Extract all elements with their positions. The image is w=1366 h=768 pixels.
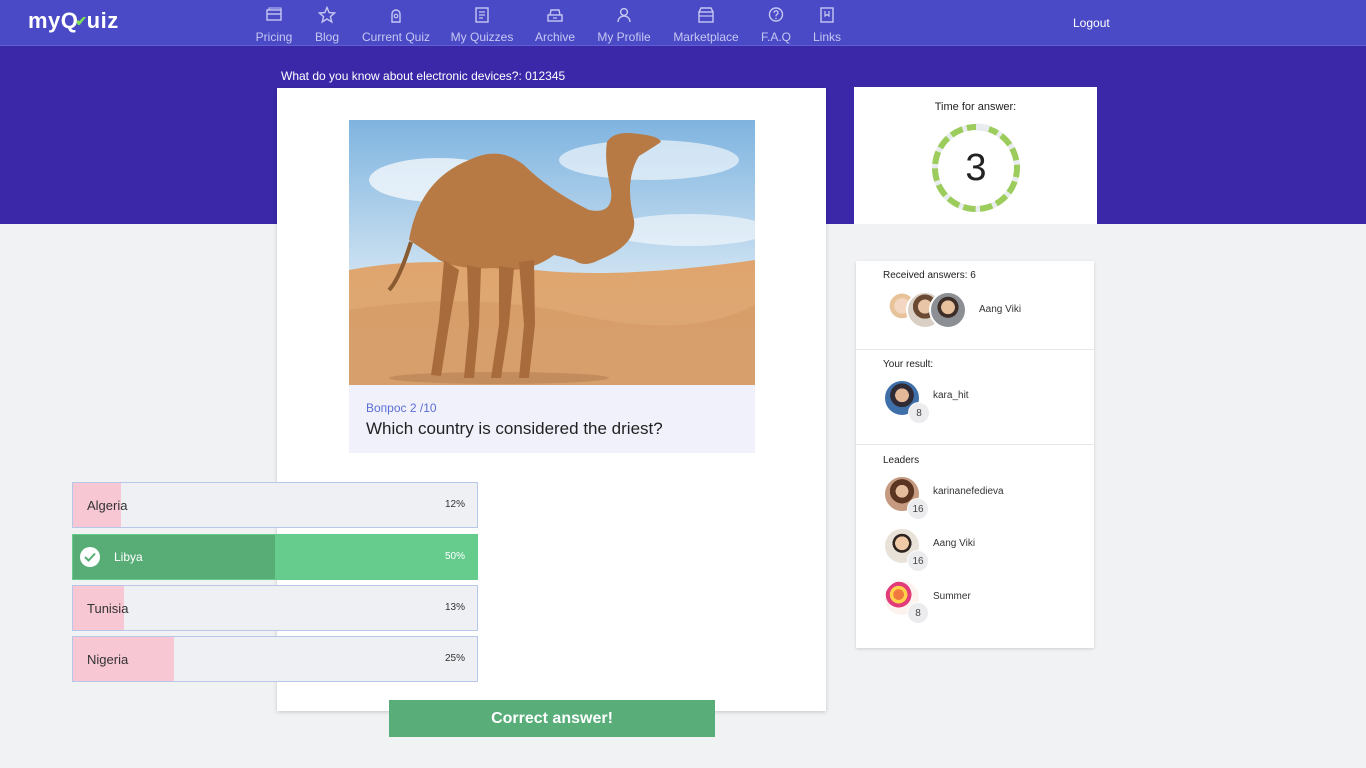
leaders-title: Leaders <box>883 455 920 466</box>
answer-option-algeria[interactable]: Algeria 12% <box>72 482 478 528</box>
links-icon <box>812 6 842 26</box>
answer-percent-bar <box>73 535 275 579</box>
faq-icon <box>760 6 792 26</box>
answer-label: Tunisia <box>87 601 129 616</box>
nav-item-blog[interactable]: Blog <box>312 5 342 44</box>
nav-item-current-quiz[interactable]: Current Quiz <box>360 6 432 44</box>
answer-option-libya[interactable]: Libya 50% <box>72 534 478 580</box>
nav-item-pricing[interactable]: Pricing <box>252 6 296 44</box>
top-navigation: myQ✔uiz Pricing Blog Current Quiz My Qui… <box>0 0 1366 46</box>
score-badge: 8 <box>907 602 929 624</box>
quizzes-icon <box>450 6 514 26</box>
timer-label: Time for answer: <box>934 101 1017 113</box>
nav-label: My Quizzes <box>450 30 514 44</box>
answer-label: Algeria <box>87 498 128 513</box>
check-icon <box>80 547 100 567</box>
answer-percent: 25% <box>444 653 465 664</box>
nav-item-links[interactable]: Links <box>812 6 842 44</box>
your-result-title: Your result: <box>883 359 934 370</box>
timer-card: Time for answer: 3 <box>854 87 1097 224</box>
leader-name: Summer <box>933 591 971 602</box>
correct-answer-button[interactable]: Correct answer! <box>389 700 715 737</box>
nav-label: Links <box>812 30 841 44</box>
question-number: Вопрос 2 /10 <box>366 401 437 415</box>
current-quiz-icon <box>360 6 432 26</box>
results-sidebar: Received answers: 6 Aang Viki Your resul… <box>856 261 1094 648</box>
question-box: Вопрос 2 /10 Which country is considered… <box>349 385 755 453</box>
nav-label: Current Quiz <box>361 30 431 44</box>
score-badge: 8 <box>908 402 930 424</box>
marketplace-icon <box>672 6 740 26</box>
nav-item-faq[interactable]: F.A.Q <box>760 6 792 44</box>
received-answers-name: Aang Viki <box>979 304 1022 315</box>
answer-percent: 13% <box>444 602 465 613</box>
answer-option-nigeria[interactable]: Nigeria 25% <box>72 636 478 682</box>
pricing-icon <box>252 6 296 26</box>
divider <box>856 349 1094 350</box>
nav-label: My Profile <box>597 30 651 44</box>
score-badge: 16 <box>907 550 929 572</box>
nav-label: Archive <box>534 30 575 44</box>
question-image <box>349 120 755 385</box>
nav-item-my-quizzes[interactable]: My Quizzes <box>450 6 514 44</box>
timer-value: 3 <box>965 147 987 189</box>
answer-percent: 50% <box>444 551 465 562</box>
profile-icon <box>596 6 652 26</box>
archive-icon <box>532 6 578 26</box>
nav-label: Pricing <box>255 30 293 44</box>
nav-item-my-profile[interactable]: My Profile <box>596 6 652 44</box>
question-text: Which country is considered the driest? <box>366 419 663 438</box>
nav-label: Blog <box>314 30 340 44</box>
star-icon <box>312 5 342 26</box>
leader-name: Aang Viki <box>933 538 976 549</box>
nav-label: Marketplace <box>673 30 739 44</box>
divider <box>856 444 1094 445</box>
quiz-title: What do you know about electronic device… <box>281 69 566 83</box>
answer-option-tunisia[interactable]: Tunisia 13% <box>72 585 478 631</box>
nav-item-marketplace[interactable]: Marketplace <box>672 6 740 44</box>
nav-item-archive[interactable]: Archive <box>532 6 578 44</box>
answer-percent: 12% <box>444 499 465 510</box>
score-badge: 16 <box>907 498 929 520</box>
logout-link[interactable]: Logout <box>1073 16 1110 30</box>
username: kara_hit <box>933 390 969 401</box>
answer-label: Nigeria <box>87 652 129 667</box>
logo[interactable]: myQ✔uiz <box>28 8 119 34</box>
avatar <box>929 291 967 329</box>
leader-name: karinanefedieva <box>933 486 1004 497</box>
nav-label: F.A.Q <box>760 30 791 44</box>
answer-label: Libya <box>114 550 143 564</box>
received-answers-title: Received answers: 6 <box>883 270 976 281</box>
